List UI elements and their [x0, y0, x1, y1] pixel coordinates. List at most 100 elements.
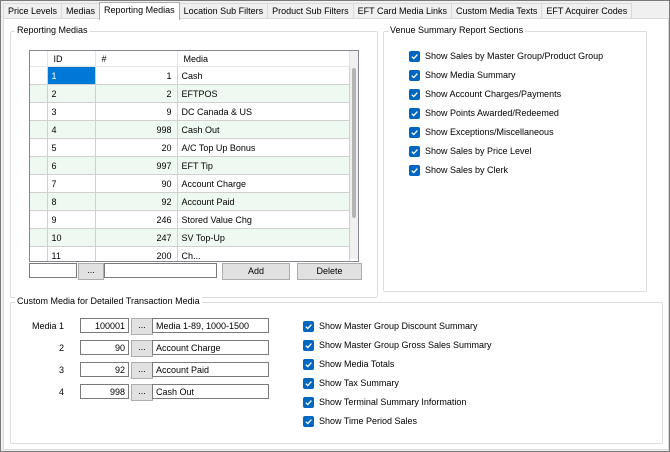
custom-media-browse-button[interactable]: ...: [131, 318, 153, 335]
reporting-medias-grid[interactable]: ID # Media 1 1 Cash 2 2 EFTPOS 3 9 DC Canada & U…: [29, 50, 359, 262]
custom-option-checkbox[interactable]: Show Tax Summary: [303, 376, 399, 390]
number-cell[interactable]: 92: [95, 192, 178, 211]
media-cell[interactable]: Stored Value Chg: [177, 210, 350, 229]
checkbox-checked-icon[interactable]: [409, 107, 420, 119]
number-cell[interactable]: 1: [95, 66, 178, 85]
row-header-cell[interactable]: [30, 138, 48, 157]
custom-media-code-field[interactable]: 998: [80, 384, 129, 399]
row-header-cell[interactable]: [30, 120, 48, 139]
id-cell[interactable]: 8: [47, 192, 96, 211]
column-header-number[interactable]: #: [95, 51, 178, 67]
column-header-media[interactable]: Media: [177, 51, 350, 67]
custom-option-checkbox[interactable]: Show Media Totals: [303, 357, 394, 371]
table-row[interactable]: 3 9 DC Canada & US: [30, 102, 350, 121]
row-header-cell[interactable]: [30, 228, 48, 247]
tab-price-levels[interactable]: Price Levels: [3, 3, 63, 19]
tab-eft-card-media-links[interactable]: EFT Card Media Links: [352, 3, 453, 19]
number-cell[interactable]: 998: [95, 120, 178, 139]
tab-reporting-medias[interactable]: Reporting Medias: [99, 2, 180, 20]
id-cell[interactable]: 11: [47, 246, 96, 261]
venue-option-checkbox[interactable]: Show Points Awarded/Redeemed: [409, 106, 559, 120]
custom-media-text-field[interactable]: Account Paid: [152, 362, 269, 377]
add-button[interactable]: Add: [222, 263, 290, 280]
media-cell[interactable]: Account Charge: [177, 174, 350, 193]
table-row[interactable]: 9 246 Stored Value Chg: [30, 210, 350, 229]
table-row[interactable]: 11 200 Ch...: [30, 246, 350, 261]
venue-option-checkbox[interactable]: Show Exceptions/Miscellaneous: [409, 125, 554, 139]
table-row[interactable]: 5 20 A/C Top Up Bonus: [30, 138, 350, 157]
tab-location-sub-filters[interactable]: Location Sub Filters: [178, 3, 269, 19]
checkbox-checked-icon[interactable]: [409, 50, 420, 62]
tab-medias[interactable]: Medias: [61, 3, 101, 19]
number-cell[interactable]: 246: [95, 210, 178, 229]
custom-option-checkbox[interactable]: Show Time Period Sales: [303, 414, 417, 428]
new-media-id-field[interactable]: [29, 263, 77, 278]
media-cell[interactable]: DC Canada & US: [177, 102, 350, 121]
id-cell[interactable]: 10: [47, 228, 96, 247]
custom-media-code-field[interactable]: 92: [80, 362, 129, 377]
checkbox-checked-icon[interactable]: [303, 358, 314, 370]
id-cell[interactable]: 1: [47, 66, 96, 85]
custom-media-code-field[interactable]: 100001: [80, 318, 129, 333]
row-header-cell[interactable]: [30, 174, 48, 193]
checkbox-checked-icon[interactable]: [303, 415, 314, 427]
custom-media-browse-button[interactable]: ...: [131, 362, 153, 379]
browse-media-button[interactable]: ...: [78, 263, 104, 280]
tab-custom-media-texts[interactable]: Custom Media Texts: [451, 3, 543, 19]
media-cell[interactable]: EFT Tip: [177, 156, 350, 175]
id-cell[interactable]: 7: [47, 174, 96, 193]
custom-media-code-field[interactable]: 90: [80, 340, 129, 355]
venue-option-checkbox[interactable]: Show Account Charges/Payments: [409, 87, 561, 101]
media-cell[interactable]: EFTPOS: [177, 84, 350, 103]
table-row[interactable]: 4 998 Cash Out: [30, 120, 350, 139]
custom-option-checkbox[interactable]: Show Master Group Discount Summary: [303, 319, 478, 333]
custom-option-checkbox[interactable]: Show Master Group Gross Sales Summary: [303, 338, 492, 352]
checkbox-checked-icon[interactable]: [409, 145, 420, 157]
id-cell[interactable]: 3: [47, 102, 96, 121]
custom-option-checkbox[interactable]: Show Terminal Summary Information: [303, 395, 466, 409]
checkbox-checked-icon[interactable]: [409, 88, 420, 100]
delete-button[interactable]: Delete: [297, 263, 362, 280]
id-cell[interactable]: 4: [47, 120, 96, 139]
number-cell[interactable]: 997: [95, 156, 178, 175]
number-cell[interactable]: 2: [95, 84, 178, 103]
checkbox-checked-icon[interactable]: [303, 396, 314, 408]
id-cell[interactable]: 2: [47, 84, 96, 103]
number-cell[interactable]: 90: [95, 174, 178, 193]
number-cell[interactable]: 9: [95, 102, 178, 121]
table-row[interactable]: 10 247 SV Top-Up: [30, 228, 350, 247]
checkbox-checked-icon[interactable]: [409, 126, 420, 138]
table-row[interactable]: 2 2 EFTPOS: [30, 84, 350, 103]
custom-media-text-field[interactable]: Media 1-89, 1000-1500: [152, 318, 269, 333]
custom-media-text-field[interactable]: Account Charge: [152, 340, 269, 355]
media-cell[interactable]: Cash Out: [177, 120, 350, 139]
custom-media-browse-button[interactable]: ...: [131, 340, 153, 357]
checkbox-checked-icon[interactable]: [409, 164, 420, 176]
media-cell[interactable]: SV Top-Up: [177, 228, 350, 247]
tab-product-sub-filters[interactable]: Product Sub Filters: [267, 3, 354, 19]
media-cell[interactable]: Ch...: [177, 246, 350, 261]
id-cell[interactable]: 5: [47, 138, 96, 157]
row-header-cell[interactable]: [30, 66, 48, 85]
custom-media-text-field[interactable]: Cash Out: [152, 384, 269, 399]
row-header-cell[interactable]: [30, 210, 48, 229]
venue-option-checkbox[interactable]: Show Sales by Master Group/Product Group: [409, 49, 603, 63]
venue-option-checkbox[interactable]: Show Sales by Clerk: [409, 163, 508, 177]
row-header-cell[interactable]: [30, 192, 48, 211]
new-media-name-field[interactable]: [104, 263, 217, 278]
media-cell[interactable]: Account Paid: [177, 192, 350, 211]
row-header-cell[interactable]: [30, 156, 48, 175]
media-cell[interactable]: A/C Top Up Bonus: [177, 138, 350, 157]
table-row[interactable]: 1 1 Cash: [30, 66, 350, 85]
checkbox-checked-icon[interactable]: [303, 377, 314, 389]
scrollbar-thumb[interactable]: [352, 68, 356, 218]
media-cell[interactable]: Cash: [177, 66, 350, 85]
venue-option-checkbox[interactable]: Show Media Summary: [409, 68, 516, 82]
number-cell[interactable]: 20: [95, 138, 178, 157]
tab-eft-acquirer-codes[interactable]: EFT Acquirer Codes: [541, 3, 633, 19]
column-header-id[interactable]: ID: [47, 51, 96, 67]
number-cell[interactable]: 247: [95, 228, 178, 247]
table-row[interactable]: 7 90 Account Charge: [30, 174, 350, 193]
venue-option-checkbox[interactable]: Show Sales by Price Level: [409, 144, 532, 158]
checkbox-checked-icon[interactable]: [303, 320, 314, 332]
